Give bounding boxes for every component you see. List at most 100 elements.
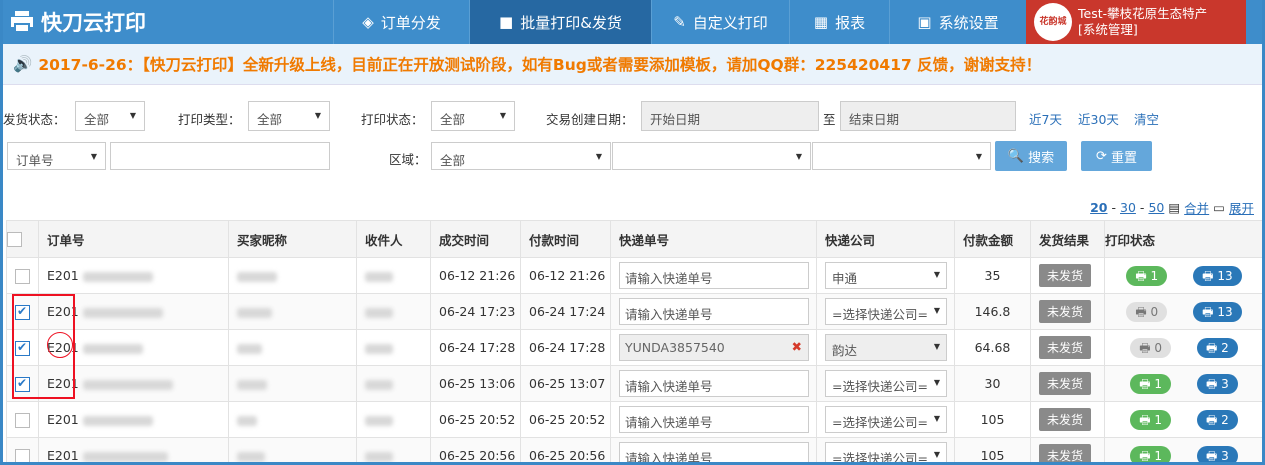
- result-cell: 未发货: [1030, 401, 1105, 438]
- ship-result-badge: 未发货: [1039, 408, 1092, 431]
- invoice-print-count[interactable]: 🖶 3: [1196, 373, 1238, 394]
- order-field-select[interactable]: 订单号: [7, 142, 106, 170]
- redacted-text: [365, 343, 393, 354]
- date-end-input[interactable]: 结束日期: [840, 101, 1016, 131]
- tracking-value: 请输入快递单号: [625, 451, 713, 465]
- city-select[interactable]: [612, 142, 811, 170]
- tracking-cell: 请输入快递单号: [610, 257, 817, 294]
- courier-select[interactable]: 韵达: [825, 334, 947, 361]
- col-deal-time[interactable]: 成交时间: [430, 220, 521, 258]
- notice-bar: 🔊 2017-6-26：【快刀云打印】全新升级上线，目前正在开放测试阶段，如有Bu…: [3, 44, 1262, 85]
- redacted-text: [237, 451, 265, 462]
- courier-select[interactable]: 申通: [825, 262, 947, 289]
- print-status-select[interactable]: 全部: [431, 101, 515, 131]
- table-row[interactable]: E201 06-25 20:56 06-25 20:56 请输入快递单号 =选择…: [6, 437, 1262, 465]
- courier-select[interactable]: =选择快递公司=: [825, 298, 947, 325]
- ship-status-select[interactable]: 全部: [75, 101, 145, 131]
- table-header: 订单号 买家昵称 收件人 成交时间 付款时间 快递单号 快递公司 付款金额 发货…: [6, 220, 1262, 258]
- tracking-input[interactable]: 请输入快递单号: [619, 298, 809, 325]
- recipient-cell: [356, 257, 431, 294]
- col-tracking[interactable]: 快递单号: [610, 220, 817, 258]
- invoice-print-count[interactable]: 🖶 13: [1193, 265, 1242, 286]
- row-checkbox[interactable]: [15, 448, 30, 462]
- table-row[interactable]: E201 06-25 20:52 06-25 20:52 请输入快递单号 =选择…: [6, 401, 1262, 438]
- select-all-checkbox[interactable]: [7, 232, 22, 247]
- page-size-20[interactable]: 20: [1090, 200, 1107, 215]
- nav-reports[interactable]: ▦ 报表: [789, 0, 889, 44]
- table-row[interactable]: E201 06-25 13:06 06-25 13:07 请输入快递单号 =选择…: [6, 365, 1262, 402]
- tracking-value: 请输入快递单号: [625, 307, 713, 322]
- print-type-select[interactable]: 全部: [248, 101, 330, 131]
- invoice-print-count[interactable]: 🖶 13: [1193, 301, 1242, 322]
- expand-link[interactable]: 展开: [1229, 198, 1254, 217]
- pay-time: 06-25 20:52: [520, 401, 611, 438]
- tracking-input[interactable]: 请输入快递单号: [619, 370, 809, 397]
- invoice-print-count[interactable]: 🖶 3: [1196, 445, 1238, 462]
- invoice-print-count[interactable]: 🖶 2: [1196, 337, 1238, 358]
- row-checkbox[interactable]: [15, 412, 30, 428]
- avatar: 花韵城: [1034, 3, 1072, 41]
- printer-icon: 🖶: [1139, 412, 1151, 427]
- share-icon: ◈: [362, 13, 374, 31]
- col-amount[interactable]: 付款金额: [954, 220, 1031, 258]
- redacted-text: [237, 415, 257, 426]
- page-size-50[interactable]: 50: [1148, 200, 1164, 215]
- table-row[interactable]: E201 06-12 21:26 06-12 21:26 请输入快递单号 申通 …: [6, 257, 1262, 294]
- refresh-icon: ⟳: [1096, 148, 1107, 164]
- app-frame: 快刀云打印 ◈ 订单分发 ■ 批量打印&发货 ✎ 自定义打印 ▦ 报表 ▣ 系统设置 花韵…: [0, 0, 1265, 465]
- express-print-count[interactable]: 🖶 1: [1130, 445, 1171, 462]
- table-row[interactable]: E201 06-24 17:28 06-24 17:28 YUNDA385754…: [6, 329, 1262, 366]
- cursor-circle: [47, 332, 73, 358]
- table-row[interactable]: E201 06-24 17:23 06-24 17:24 请输入快递单号 =选择…: [6, 293, 1262, 330]
- date-start-input[interactable]: 开始日期: [641, 101, 819, 131]
- deal-time: 06-24 17:28: [430, 329, 521, 366]
- logo[interactable]: 快刀云打印: [3, 0, 333, 44]
- user-menu[interactable]: 花韵城 Test-攀枝花原生态特产 [系统管理]: [1026, 0, 1246, 44]
- last-30-days-link[interactable]: 近30天: [1078, 109, 1119, 128]
- order-search-input[interactable]: [110, 142, 330, 170]
- order-id-cell: E201: [38, 401, 229, 438]
- district-select[interactable]: [812, 142, 991, 170]
- clear-icon[interactable]: ✖: [792, 339, 802, 354]
- col-buyer[interactable]: 买家昵称: [228, 220, 357, 258]
- invoice-print-count[interactable]: 🖶 2: [1196, 409, 1238, 430]
- courier-cell: 申通: [816, 257, 955, 294]
- province-select[interactable]: 全部: [431, 142, 611, 170]
- nav-batch-print[interactable]: ■ 批量打印&发货: [469, 0, 651, 44]
- merge-link[interactable]: 合并: [1184, 198, 1209, 217]
- nav-order-dispatch[interactable]: ◈ 订单分发: [333, 0, 469, 44]
- result-cell: 未发货: [1030, 257, 1105, 294]
- express-print-count[interactable]: 🖶 0: [1130, 337, 1171, 358]
- tracking-input[interactable]: 请输入快递单号: [619, 262, 809, 289]
- tracking-input[interactable]: 请输入快递单号: [619, 406, 809, 433]
- col-order[interactable]: 订单号: [38, 220, 229, 258]
- printer-icon: 🖶: [1202, 268, 1214, 283]
- col-recipient[interactable]: 收件人: [356, 220, 431, 258]
- express-print-count[interactable]: 🖶 0: [1126, 301, 1168, 322]
- col-courier[interactable]: 快递公司: [816, 220, 955, 258]
- courier-select[interactable]: =选择快递公司=: [825, 370, 947, 397]
- express-print-count[interactable]: 🖶 1: [1126, 265, 1168, 286]
- count: 1: [1154, 412, 1162, 427]
- printer-icon: 🖶: [1139, 376, 1151, 391]
- col-print-status[interactable]: 打印状态: [1104, 220, 1262, 258]
- tracking-input[interactable]: 请输入快递单号: [619, 442, 809, 465]
- reset-button[interactable]: ⟳ 重置: [1081, 141, 1152, 171]
- page-size-30[interactable]: 30: [1120, 200, 1136, 215]
- row-checkbox[interactable]: [15, 268, 30, 284]
- redacted-text: [365, 451, 393, 462]
- order-id-cell: E201: [38, 257, 229, 294]
- clear-link[interactable]: 清空: [1134, 109, 1159, 128]
- col-ship-result[interactable]: 发货结果: [1030, 220, 1105, 258]
- nav-custom-print[interactable]: ✎ 自定义打印: [651, 0, 789, 44]
- express-print-count[interactable]: 🖶 1: [1130, 373, 1171, 394]
- last-7-days-link[interactable]: 近7天: [1029, 109, 1062, 128]
- courier-select[interactable]: =选择快递公司=: [825, 442, 947, 462]
- search-button[interactable]: 🔍 搜索: [995, 141, 1067, 171]
- nav-settings[interactable]: ▣ 系统设置: [889, 0, 1026, 44]
- express-print-count[interactable]: 🖶 1: [1130, 409, 1171, 430]
- result-cell: 未发货: [1030, 329, 1105, 366]
- courier-select[interactable]: =选择快递公司=: [825, 406, 947, 433]
- tracking-input[interactable]: YUNDA3857540 ✖: [619, 334, 809, 361]
- col-pay-time[interactable]: 付款时间: [520, 220, 611, 258]
